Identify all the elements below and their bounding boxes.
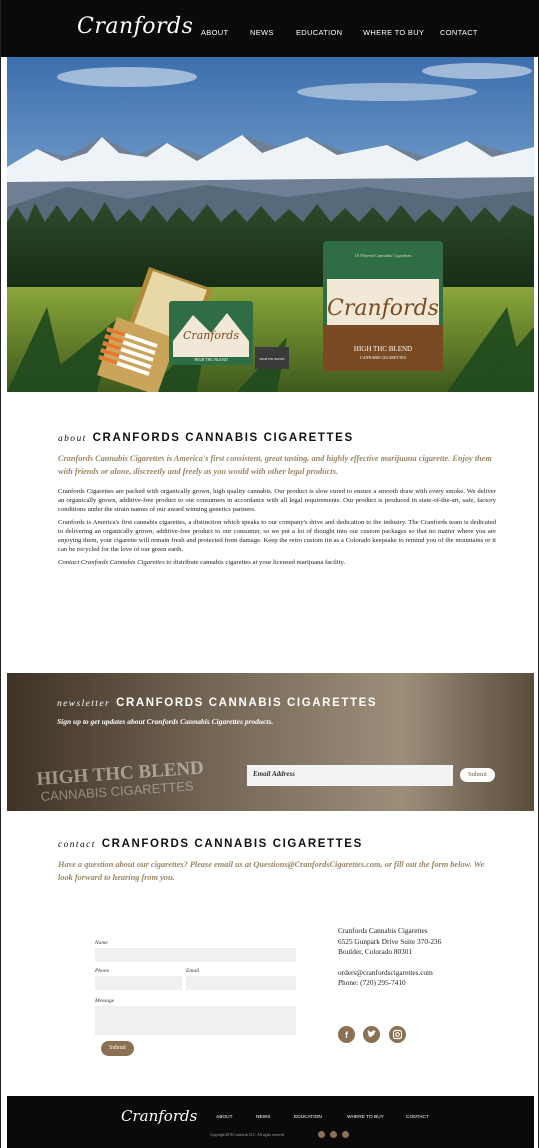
twitter-icon[interactable] <box>363 1026 380 1043</box>
contact-address: Cranfords Cannabis Cigarettes 6525 Gunpa… <box>338 926 441 989</box>
small-tin: Cranfords HIGH THC BLEND <box>169 301 253 365</box>
small-pack-label: HIGH THC BLEND <box>260 357 286 361</box>
contact-phone: Phone: (720) 295-7410 <box>338 978 406 988</box>
about-paragraph-1: Cranfords Cigarettes are packed with org… <box>58 488 496 514</box>
small-pack: HIGH THC BLEND <box>255 347 289 369</box>
site-logo[interactable]: Cranfords <box>77 14 193 39</box>
big-tin: 10 Filtered Cannabis Cigarettes Cranford… <box>323 241 443 371</box>
big-tin-line1: HIGH THC BLEND <box>354 345 412 353</box>
footer-nav-where-to-buy[interactable]: WHERE TO BUY <box>347 1115 384 1120</box>
about-paragraph-3: Contact Cranfords Cannabis Cigarettes to… <box>58 558 496 567</box>
nav-about[interactable]: ABOUT <box>201 28 228 37</box>
instagram-icon[interactable] <box>389 1026 406 1043</box>
contact-link[interactable]: Contact Cranfords Cannabis Cigarettes <box>58 559 165 566</box>
name-label: Name <box>95 940 108 946</box>
footer-instagram-icon[interactable] <box>342 1131 349 1138</box>
hero-image: Cranfords HIGH THC BLEND HIGH THC BLEND … <box>7 57 534 392</box>
small-tin-label: HIGH THC BLEND <box>194 357 227 362</box>
big-tin-brand: Cranfords <box>327 296 439 321</box>
hero-illustration: Cranfords HIGH THC BLEND HIGH THC BLEND … <box>7 57 534 392</box>
contact-section: contact CRANFORDS CANNABIS CIGARETTES Hav… <box>58 838 498 884</box>
footer-twitter-icon[interactable] <box>330 1131 337 1138</box>
newsletter-prefix: newsletter <box>57 699 111 709</box>
contact-email[interactable]: orders@cranfordscigarettes.com <box>338 968 441 979</box>
email-field[interactable] <box>186 976 296 990</box>
footer-nav-education[interactable]: EDUCATION <box>294 1115 322 1120</box>
contact-title: CRANFORDS CANNABIS CIGARETTES <box>101 838 363 850</box>
about-prefix: about <box>58 434 87 444</box>
svg-text:f: f <box>345 1030 349 1040</box>
newsletter-email-input[interactable]: Email Address <box>247 765 453 786</box>
newsletter-subtitle: Sign up to get updates about Cranfords C… <box>57 717 274 726</box>
message-label: Message <box>95 998 115 1004</box>
about-paragraph-3-rest: to distribute cannabis cigarettes at you… <box>164 558 346 566</box>
footer: Cranfords ABOUT NEWS EDUCATION WHERE TO … <box>7 1096 534 1148</box>
big-tin-top-label: 10 Filtered Cannabis Cigarettes <box>355 253 412 258</box>
about-paragraph-2: Cranfords is America's first cannabis ci… <box>58 518 496 554</box>
big-tin-line2: CANNABIS CIGARETTES <box>360 355 406 360</box>
address-line-3: Boulder, Colorado 80301 <box>338 947 413 957</box>
phone-field[interactable] <box>95 976 182 990</box>
newsletter-submit-button[interactable]: Submit <box>460 768 495 782</box>
about-body: Cranfords Cigarettes are packed with org… <box>58 487 496 567</box>
about-lead: Cranfords Cannabis Cigarettes is America… <box>58 454 492 476</box>
contact-lead: Have a question about our cigarettes? Pl… <box>58 860 485 882</box>
contact-submit-button[interactable]: Submit <box>101 1041 134 1056</box>
page: Cranfords ABOUT NEWS EDUCATION WHERE TO … <box>0 0 539 1148</box>
nav-news[interactable]: NEWS <box>250 28 274 37</box>
footer-logo[interactable]: Cranfords <box>121 1107 197 1125</box>
newsletter-section: HIGH THC BLEND CANNABIS CIGARETTES newsl… <box>7 673 534 811</box>
nav-education[interactable]: EDUCATION <box>296 28 342 37</box>
footer-nav-news[interactable]: NEWS <box>256 1115 270 1120</box>
address-line-1: Cranfords Cannabis Cigarettes <box>338 926 428 935</box>
footer-nav-about[interactable]: ABOUT <box>216 1115 233 1120</box>
nav-contact[interactable]: CONTACT <box>440 28 478 37</box>
nav-where-to-buy[interactable]: WHERE TO BUY <box>363 28 424 37</box>
footer-nav-contact[interactable]: CONTACT <box>406 1115 429 1120</box>
footer-facebook-icon[interactable] <box>318 1131 325 1138</box>
about-heading: about CRANFORDS CANNABIS CIGARETTES <box>58 432 496 444</box>
message-field[interactable] <box>95 1006 296 1035</box>
about-section: about CRANFORDS CANNABIS CIGARETTES Cranf… <box>58 432 496 570</box>
facebook-icon[interactable]: f <box>338 1026 355 1043</box>
address-line-2: 6525 Gunpark Drive Suite 370-236 <box>338 936 442 946</box>
small-tin-brand: Cranfords <box>183 329 239 342</box>
top-header: Cranfords ABOUT NEWS EDUCATION WHERE TO … <box>1 0 539 57</box>
contact-heading: contact CRANFORDS CANNABIS CIGARETTES <box>58 838 498 850</box>
about-title: CRANFORDS CANNABIS CIGARETTES <box>92 432 354 444</box>
copyright-text: Copyright 2016 Cranfords LLC. All rights… <box>210 1133 285 1137</box>
phone-label: Phone <box>95 968 110 974</box>
email-label: Email <box>186 968 200 974</box>
newsletter-title: CRANFORDS CANNABIS CIGARETTES <box>116 697 378 709</box>
newsletter-heading: newsletter CRANFORDS CANNABIS CIGARETTES <box>57 693 377 711</box>
name-field[interactable] <box>95 948 296 962</box>
contact-prefix: contact <box>58 840 96 850</box>
